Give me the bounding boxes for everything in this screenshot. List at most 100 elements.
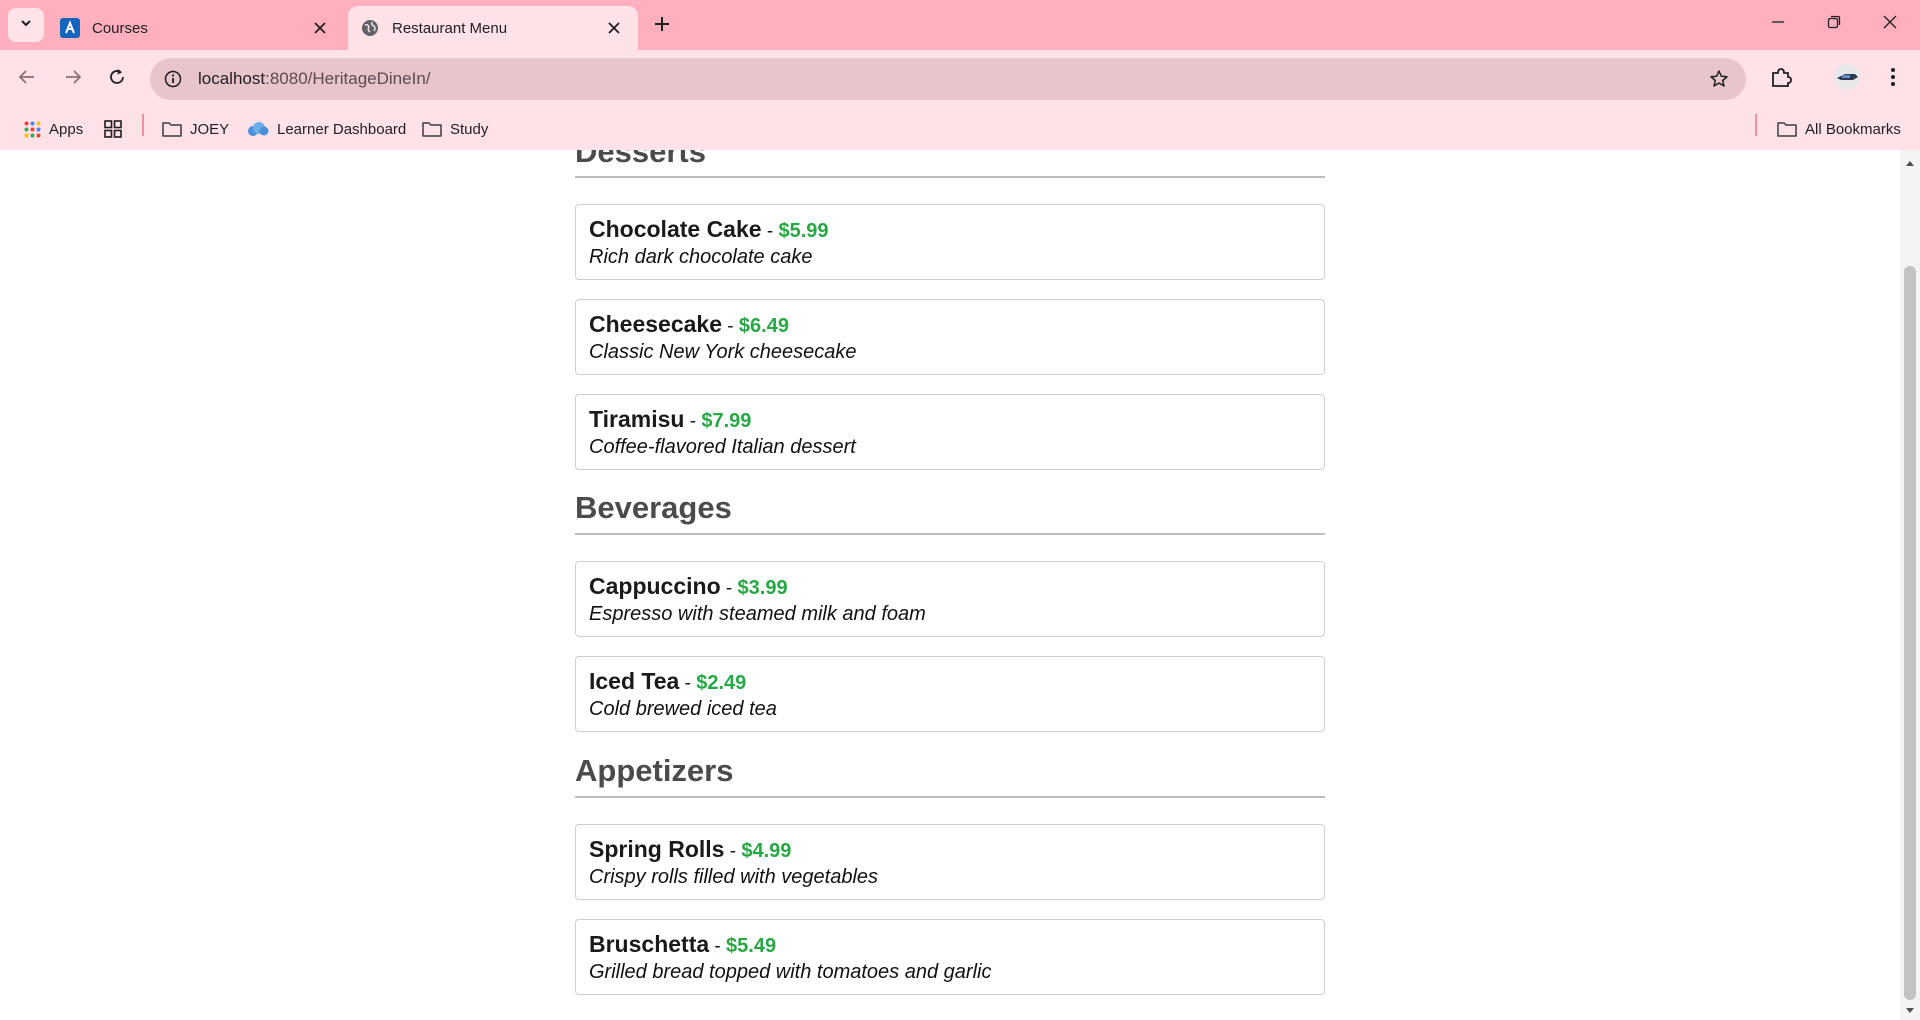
tab-search-button[interactable] [8, 8, 44, 42]
menu-item-card: Tiramisu - $7.99 Coffee-flavored Italian… [575, 394, 1325, 470]
item-price: $6.49 [738, 315, 789, 337]
tab-groups-button[interactable] [104, 116, 130, 142]
item-description: Crispy rolls filled with vegetables [589, 866, 879, 888]
tab-groups-icon [104, 120, 122, 138]
item-header: Cheesecake - $6.49 [589, 311, 1311, 340]
item-name: Cappuccino [589, 573, 721, 599]
folder-icon [422, 121, 442, 137]
item-price: $5.49 [726, 935, 777, 957]
item-description: Rich dark chocolate cake [589, 246, 813, 268]
address-bar[interactable]: localhost:8080/HeritageDineIn/ [150, 58, 1746, 100]
url-text: localhost:8080/HeritageDineIn/ [198, 69, 431, 89]
restore-icon [1827, 15, 1841, 34]
new-tab-button[interactable] [648, 12, 676, 40]
menu-item-card: Bruschetta - $5.49 Grilled bread topped … [575, 919, 1325, 995]
item-header: Iced Tea - $2.49 [589, 668, 1311, 697]
url-host: localhost [198, 69, 266, 88]
item-price: $7.99 [701, 410, 752, 432]
bookmark-joey[interactable]: JOEY [162, 116, 229, 142]
browser-menu-button[interactable] [1876, 62, 1910, 96]
bookmark-label: Apps [49, 120, 84, 138]
bookmark-label: JOEY [190, 120, 230, 138]
close-window-button[interactable] [1862, 0, 1918, 48]
tab-restaurant-menu[interactable]: Restaurant Menu [348, 6, 638, 50]
bookmark-star-icon[interactable] [1704, 64, 1734, 94]
bookmarks-bar: Apps JOEY Learner Dashboard Study All Bo… [0, 108, 1920, 150]
item-name: Chocolate Cake [589, 216, 762, 242]
section-title: Beverages [575, 490, 732, 525]
item-header: Spring Rolls - $4.99 [589, 836, 1311, 865]
scrollbar-thumb[interactable] [1904, 266, 1916, 1000]
section-divider [575, 533, 1325, 535]
separator: - [709, 936, 727, 957]
page-viewport: Desserts Chocolate Cake - $5.99 Rich dar… [0, 150, 1900, 1020]
folder-icon [162, 121, 182, 137]
section-divider [575, 796, 1325, 798]
cloud-logo-icon [247, 121, 269, 137]
item-header: Cappuccino - $3.99 [589, 573, 1311, 602]
item-header: Tiramisu - $7.99 [589, 406, 1311, 435]
site-info-icon[interactable] [156, 62, 190, 96]
bookmark-label: Learner Dashboard [277, 120, 407, 138]
kebab-menu-icon [1890, 67, 1896, 92]
bookmark-study[interactable]: Study [422, 116, 488, 142]
close-icon[interactable] [602, 16, 626, 40]
bookmark-apps[interactable]: Apps [24, 116, 83, 142]
item-description: Classic New York cheesecake [589, 341, 857, 363]
globe-icon [360, 18, 380, 38]
restore-button[interactable] [1806, 0, 1862, 48]
profile-avatar[interactable] [1830, 62, 1864, 96]
apps-grid-icon [24, 121, 41, 138]
tab-courses[interactable]: Courses [48, 6, 344, 50]
item-description: Grilled bread topped with tomatoes and g… [589, 961, 992, 983]
close-icon[interactable] [308, 16, 332, 40]
tab-title: Restaurant Menu [392, 19, 508, 37]
minimize-button[interactable] [1750, 0, 1806, 48]
section-divider [575, 176, 1325, 178]
vertical-scrollbar[interactable] [1900, 150, 1920, 1020]
separator: - [720, 578, 738, 599]
item-price: $2.49 [696, 672, 747, 694]
bookmark-all-bookmarks[interactable]: All Bookmarks [1777, 116, 1901, 142]
url-path: :8080/HeritageDineIn/ [265, 69, 431, 88]
menu-item-card: Cheesecake - $6.49 Classic New York chee… [575, 299, 1325, 375]
bookmark-label: All Bookmarks [1805, 120, 1901, 138]
item-name: Cheesecake [589, 311, 722, 337]
item-description: Espresso with steamed milk and foam [589, 603, 926, 625]
back-button[interactable] [10, 62, 44, 96]
section-title: Desserts [575, 150, 706, 169]
extensions-button[interactable] [1764, 62, 1798, 96]
plus-icon [654, 16, 670, 37]
bookmarks-divider [142, 114, 144, 136]
scroll-up-arrow-icon[interactable] [1900, 156, 1920, 170]
scroll-down-arrow-icon[interactable] [1900, 1004, 1920, 1018]
chevron-down-icon [19, 16, 33, 35]
bookmark-learner-dashboard[interactable]: Learner Dashboard [247, 116, 406, 142]
separator: - [684, 411, 702, 432]
separator: - [724, 841, 742, 862]
bookmark-label: Study [450, 120, 489, 138]
item-name: Bruschetta [589, 931, 710, 957]
folder-icon [1777, 121, 1797, 137]
item-name: Iced Tea [589, 668, 680, 694]
menu-item-card: Spring Rolls - $4.99 Crispy rolls filled… [575, 824, 1325, 900]
minimize-icon [1771, 15, 1785, 34]
reload-icon [108, 68, 126, 91]
separator: - [722, 316, 739, 337]
forward-button[interactable] [56, 62, 90, 96]
arrow-left-icon [18, 68, 36, 91]
menu-item-card: Iced Tea - $2.49 Cold brewed iced tea [575, 656, 1325, 732]
item-price: $3.99 [737, 577, 788, 599]
menu-item-card: Chocolate Cake - $5.99 Rich dark chocola… [575, 204, 1325, 280]
tab-strip: Courses Restaurant Menu [0, 0, 1920, 50]
item-price: $5.99 [778, 220, 829, 242]
item-description: Cold brewed iced tea [589, 698, 777, 720]
browser-toolbar: localhost:8080/HeritageDineIn/ [0, 50, 1920, 108]
item-header: Bruschetta - $5.49 [589, 931, 1311, 960]
bookmarks-divider [1755, 114, 1757, 136]
close-icon [1883, 15, 1897, 34]
separator: - [761, 221, 779, 242]
reload-button[interactable] [100, 62, 134, 96]
avatar-icon [1833, 63, 1861, 96]
section-title: Appetizers [575, 753, 734, 788]
